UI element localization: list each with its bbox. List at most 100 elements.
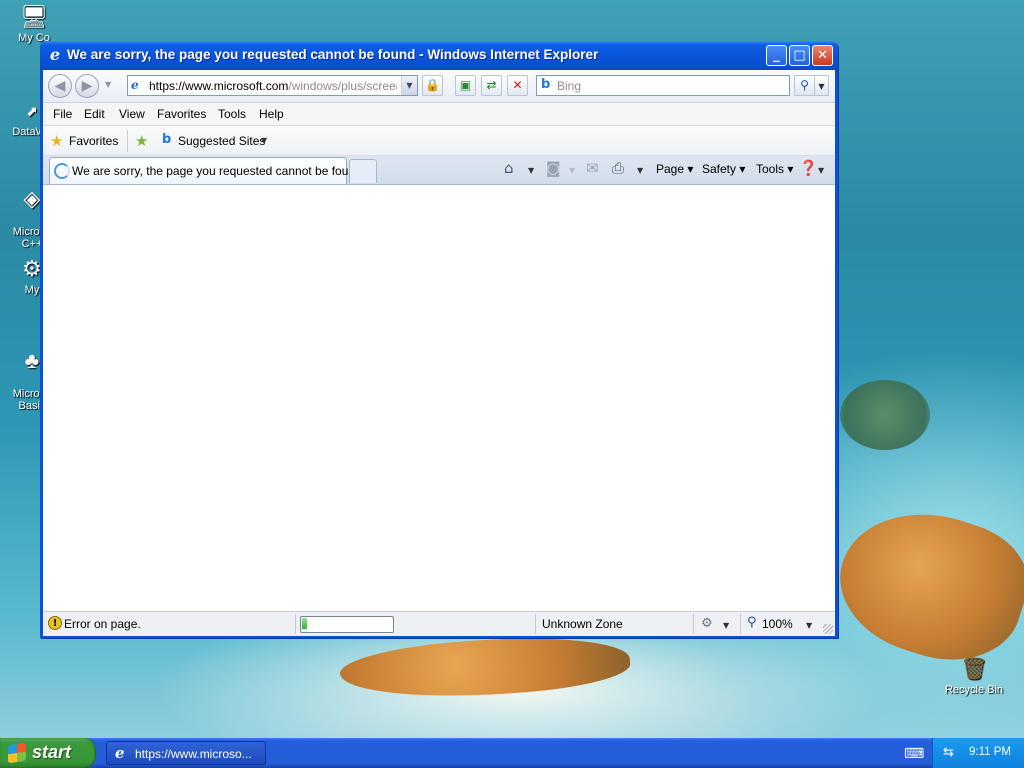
ie-window: e We are sorry, the page you requested c… [40, 41, 838, 638]
navigation-bar: ◀ ▶ ▼ e https://www.microsoft.com/window… [43, 70, 835, 103]
menu-tools[interactable]: Tools [218, 107, 246, 121]
stop-button[interactable]: ✕ [507, 75, 528, 96]
menu-bar: File Edit View Favorites Tools Help [43, 103, 835, 126]
safety-menu-label: Safety [702, 162, 737, 176]
divider [295, 614, 296, 634]
refresh-icon: ⇄ [486, 78, 497, 92]
clock[interactable]: 9:11 PM [969, 746, 1011, 758]
tab-bar: We are sorry, the page you requested can… [43, 156, 835, 185]
ie-logo-icon: e [115, 744, 125, 762]
favorites-star-icon: ★ [50, 132, 64, 150]
page-menu-label: Page [656, 162, 685, 176]
url-scheme: https:// [149, 79, 186, 93]
refresh-button[interactable]: ⇄ [481, 75, 502, 96]
taskbar-item-label: https://www.microso... [135, 747, 252, 761]
back-button[interactable]: ◀ [48, 74, 72, 98]
maximize-button[interactable]: □ [789, 45, 810, 66]
recycle-bin-icon: 🗑 [960, 656, 988, 681]
search-button[interactable]: ⚲ [794, 75, 815, 96]
help-icon[interactable]: ❓ [799, 159, 818, 177]
start-label: start [32, 742, 72, 762]
page-icon: e [131, 78, 139, 92]
divider [740, 614, 741, 634]
wallpaper-starfish [822, 489, 1024, 681]
chevron-down-icon[interactable]: ▼ [261, 136, 267, 145]
print-dropdown[interactable]: ▼ [637, 166, 643, 175]
divider [693, 614, 694, 634]
title-bar[interactable]: e We are sorry, the page you requested c… [40, 41, 838, 70]
zoom-level[interactable]: 100% [762, 617, 793, 631]
warning-icon[interactable]: ! [48, 616, 62, 630]
menu-view[interactable]: View [119, 107, 145, 121]
lock-icon: 🔒 [425, 78, 440, 92]
security-zone-label[interactable]: Unknown Zone [542, 617, 623, 631]
compatibility-icon: ▣ [459, 78, 472, 92]
taskbar-item-ie[interactable]: e https://www.microso... [106, 741, 266, 765]
wallpaper-starfish [840, 380, 930, 450]
add-to-favorites-bar-icon[interactable]: ★ [135, 132, 148, 150]
minimize-button[interactable]: _ [766, 45, 787, 66]
menu-help[interactable]: Help [259, 107, 284, 121]
windows-logo-icon [8, 742, 26, 764]
protected-mode-dropdown[interactable]: ▼ [723, 621, 729, 630]
wallpaper-starfish [338, 629, 632, 706]
menu-favorites[interactable]: Favorites [157, 107, 206, 121]
loading-icon [54, 163, 70, 179]
home-dropdown[interactable]: ▼ [528, 166, 534, 175]
search-input[interactable]: Bing [557, 79, 581, 93]
feeds-dropdown[interactable]: ▼ [569, 166, 575, 175]
page-content[interactable] [43, 185, 835, 611]
zoom-dropdown[interactable]: ▼ [806, 621, 812, 630]
search-icon: ⚲ [800, 78, 809, 92]
menu-edit[interactable]: Edit [84, 107, 105, 121]
tab-active[interactable]: We are sorry, the page you requested can… [49, 157, 362, 184]
status-text[interactable]: Error on page. [64, 617, 141, 631]
recent-pages-dropdown[interactable]: ▼ [105, 80, 111, 89]
safety-menu-button[interactable]: Safety ▾ [702, 162, 745, 176]
favorites-button[interactable]: Favorites [69, 134, 118, 148]
resize-grip[interactable] [823, 624, 833, 634]
close-button[interactable]: ✕ [812, 45, 833, 66]
print-icon[interactable]: ⎙ [612, 159, 624, 177]
protected-mode-icon[interactable]: ⚙ [701, 616, 713, 631]
bing-icon: b [541, 77, 551, 92]
search-box[interactable]: b Bing [536, 75, 790, 96]
keyboard-icon[interactable]: ⌨ [904, 746, 924, 762]
window-title: We are sorry, the page you requested can… [67, 47, 599, 62]
favorites-bar: ★ Favorites ★ b Suggested Sites ▼ [43, 126, 835, 156]
computer-icon: 🖥 [20, 4, 48, 29]
feeds-icon[interactable]: ◙ [546, 159, 561, 177]
forward-button[interactable]: ▶ [75, 74, 99, 98]
system-tray: ⇆ 9:11 PM [932, 738, 1024, 768]
help-dropdown[interactable]: ▼ [818, 166, 824, 175]
bing-icon: b [162, 132, 172, 147]
compatibility-view-button[interactable]: ▣ [455, 75, 476, 96]
search-options-dropdown[interactable]: ▼ [815, 75, 829, 96]
progress-fill [302, 618, 308, 629]
url-host: www.microsoft.com [185, 79, 289, 93]
menu-file[interactable]: File [53, 107, 72, 121]
home-icon[interactable]: ⌂ [504, 159, 514, 177]
page-menu-button[interactable]: Page ▾ [656, 162, 693, 176]
address-bar[interactable]: e https://www.microsoft.com/windows/plus… [127, 75, 418, 96]
start-button[interactable]: start [0, 738, 96, 768]
stop-icon: ✕ [512, 78, 523, 92]
new-tab-button[interactable] [349, 159, 377, 183]
page-load-progress-bar [300, 616, 394, 633]
read-mail-icon[interactable]: ✉ [586, 159, 599, 177]
desktop-icon-recycle-bin[interactable]: 🗑 Recycle Bin [938, 656, 1010, 696]
back-arrow-icon: ◀ [54, 78, 66, 94]
security-lock-button[interactable]: 🔒 [422, 75, 443, 96]
address-dropdown-button[interactable]: ▼ [401, 76, 417, 95]
address-input[interactable]: https://www.microsoft.com/windows/plus/s… [149, 79, 397, 93]
browser-client-area: ◀ ▶ ▼ e https://www.microsoft.com/window… [43, 70, 835, 636]
zoom-icon[interactable]: ⚲ [747, 615, 757, 630]
desktop-icon-my-computer[interactable]: 🖥 My Co [0, 4, 70, 44]
url-path: /windows/plus/screensa [288, 79, 397, 93]
tools-menu-label: Tools [756, 162, 785, 176]
tab-label: We are sorry, the page you requested can… [72, 164, 362, 178]
ie-logo-icon: e [49, 45, 61, 64]
network-icon[interactable]: ⇆ [943, 745, 954, 760]
suggested-sites-button[interactable]: Suggested Sites [178, 134, 265, 148]
tools-menu-button[interactable]: Tools ▾ [756, 162, 793, 176]
